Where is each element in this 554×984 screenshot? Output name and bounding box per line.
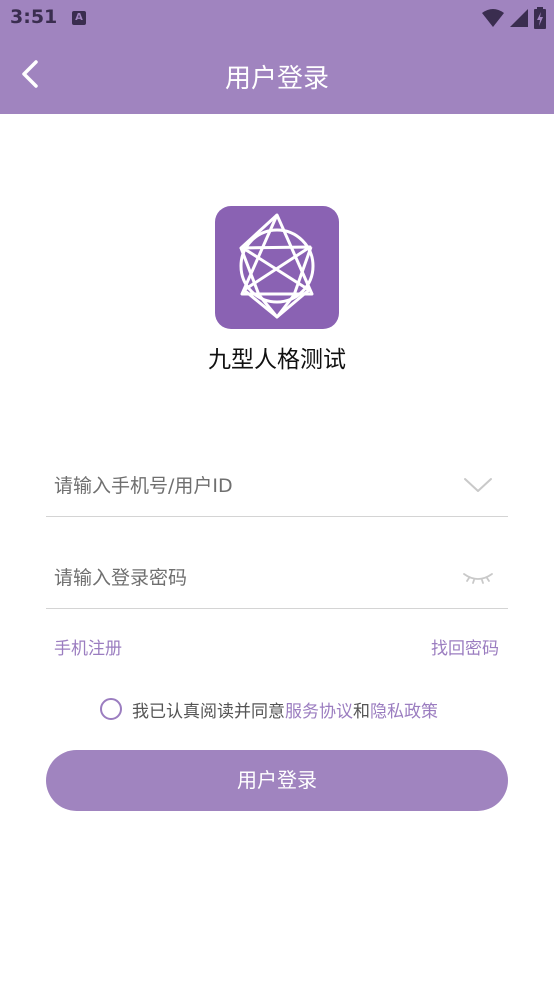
phone-input[interactable]	[52, 466, 446, 506]
phone-field	[46, 452, 508, 517]
page-title: 用户登录	[224, 64, 329, 94]
notification-icon: A	[72, 11, 86, 25]
toggle-password-visibility[interactable]	[462, 562, 494, 590]
agreement-checkbox[interactable]	[100, 698, 122, 720]
signal-icon	[510, 9, 528, 27]
service-agreement-link[interactable]: 服务协议	[285, 697, 353, 722]
register-link[interactable]: 手机注册	[54, 634, 122, 659]
agreement-and: 和	[353, 701, 370, 722]
app-name: 九型人格测试	[208, 347, 346, 373]
eye-closed-icon	[463, 573, 493, 584]
agreement-text: 我已认真阅读并同意	[132, 701, 285, 722]
battery-icon	[534, 7, 546, 29]
account-dropdown-button[interactable]	[462, 470, 494, 498]
forgot-password-link[interactable]: 找回密码	[431, 634, 499, 659]
status-bar: 3:51 A	[0, 0, 554, 36]
agreement-row: 我已认真阅读并同意 服务协议 和 隐私政策	[100, 696, 438, 722]
privacy-policy-link[interactable]: 隐私政策	[370, 697, 438, 722]
enneagram-icon	[239, 213, 315, 319]
password-input[interactable]	[52, 558, 446, 598]
chevron-down-icon	[464, 478, 492, 492]
login-button[interactable]: 用户登录	[46, 750, 508, 811]
app-logo	[215, 206, 339, 329]
status-icons	[482, 7, 546, 29]
status-time: 3:51	[10, 6, 58, 28]
wifi-icon	[482, 9, 504, 27]
password-field	[46, 544, 508, 609]
app-bar: 用户登录	[0, 36, 554, 114]
